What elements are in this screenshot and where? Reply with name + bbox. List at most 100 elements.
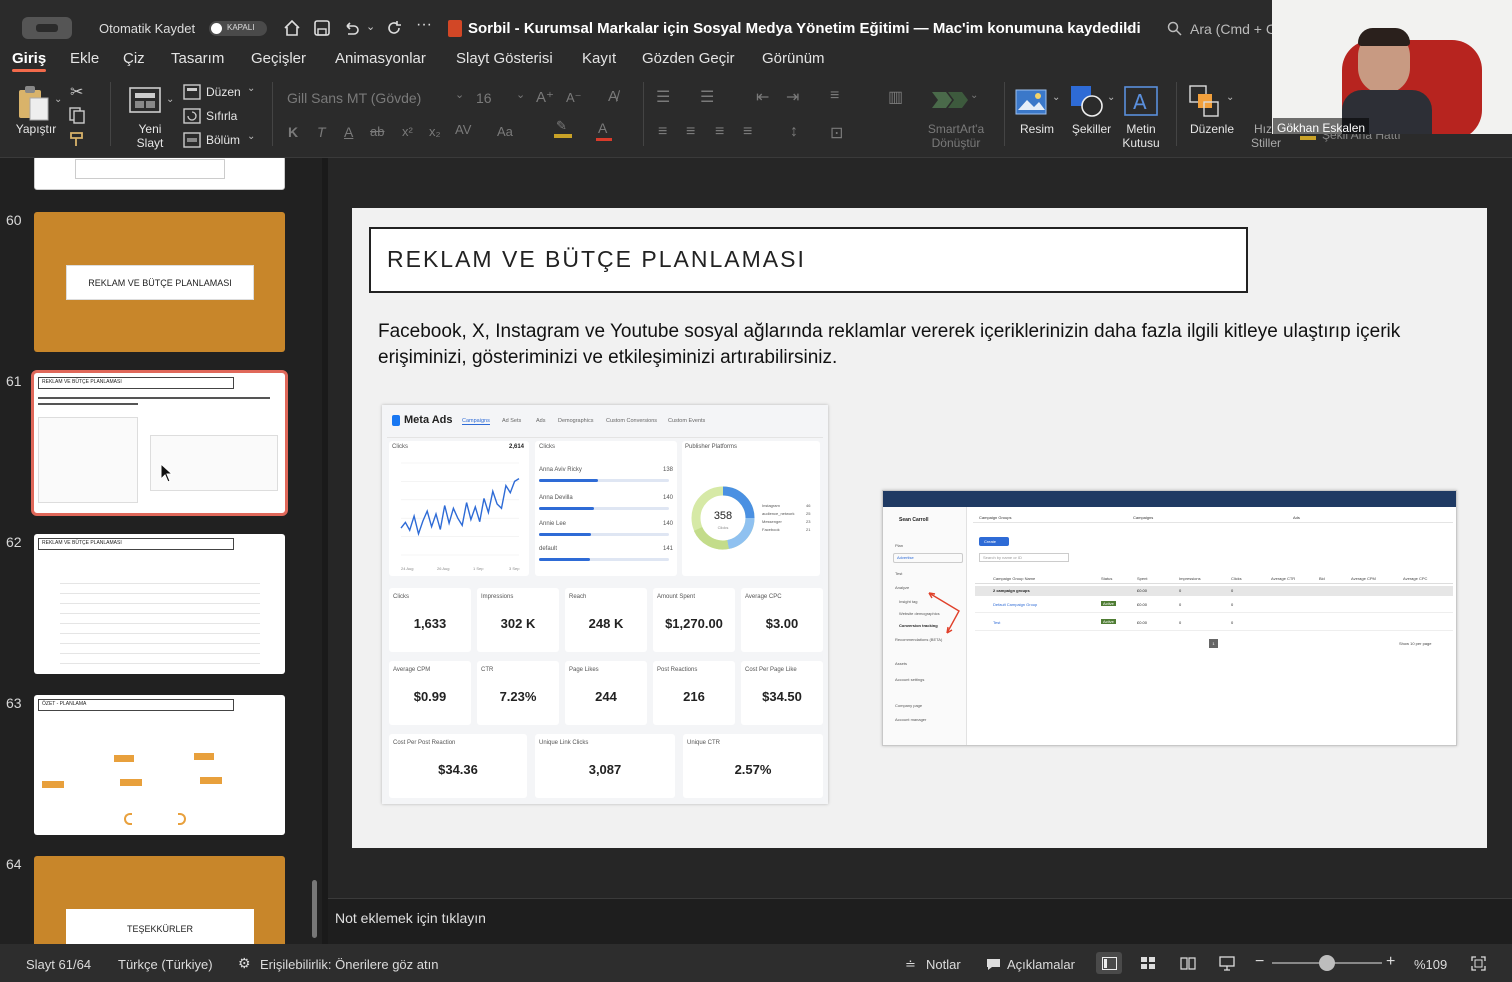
li-nav-account-manager[interactable]: Account manager <box>895 717 926 722</box>
li-nav-analyze[interactable]: Analyze <box>895 585 909 590</box>
align-center-icon[interactable]: ≡ <box>686 123 695 141</box>
bullets-icon[interactable]: ☰ <box>656 87 670 107</box>
clipboard-icon[interactable] <box>16 84 52 122</box>
indent-icon[interactable]: ⇥ <box>786 87 799 107</box>
cut-icon[interactable]: ✂ <box>70 82 83 102</box>
li-crumb-ads[interactable]: Ads <box>1293 515 1300 520</box>
copy-icon[interactable] <box>68 106 86 124</box>
clear-format-icon[interactable]: A̸ <box>608 88 618 105</box>
li-crumb-campaigns[interactable]: Campaigns <box>1133 515 1153 520</box>
section-dropdown-icon[interactable]: ⌄ <box>247 131 255 142</box>
tab-tasarim[interactable]: Tasarım <box>171 50 224 67</box>
text-box-label-1[interactable]: Metin <box>1116 122 1166 136</box>
li-search-input[interactable]: Search by name or ID <box>979 553 1069 562</box>
notes-button[interactable]: Notlar <box>926 957 961 972</box>
redo-icon[interactable] <box>385 19 403 37</box>
comments-button[interactable]: Açıklamalar <box>1007 957 1075 972</box>
li-nav-company-page[interactable]: Company page <box>895 703 922 708</box>
subscript-icon[interactable]: x₂ <box>429 124 441 139</box>
font-name-dropdown-icon[interactable]: ⌄ <box>455 88 464 101</box>
zoom-level[interactable]: %109 <box>1414 957 1447 972</box>
shapes-dropdown-icon[interactable]: ⌄ <box>1107 92 1115 103</box>
slide-body-text[interactable]: Facebook, X, Instagram ve Youtube sosyal… <box>378 319 1438 371</box>
bold-icon[interactable]: K <box>288 124 298 140</box>
li-nav-assets[interactable]: Assets <box>895 661 907 666</box>
li-nav-insight-tag[interactable]: Insight tag <box>899 599 917 604</box>
slide-title-box[interactable]: REKLAM VE BÜTÇE PLANLAMASI <box>369 227 1248 293</box>
thumbnail-slide-62[interactable]: REKLAM VE BÜTÇE PLANLAMASI <box>34 534 285 674</box>
font-color-swatch[interactable] <box>596 138 612 141</box>
fit-to-window-icon[interactable] <box>1471 956 1486 971</box>
li-crumb-campaign-groups[interactable]: Campaign Groups <box>979 515 1011 520</box>
smartart-icon[interactable] <box>930 86 968 114</box>
picture-icon[interactable] <box>1015 88 1049 116</box>
text-box-label-2[interactable]: Kutusu <box>1116 136 1166 150</box>
underline-icon[interactable]: A <box>344 124 353 140</box>
tab-gozden-gecir[interactable]: Gözden Geçir <box>642 50 735 67</box>
sidebar-toggle-button[interactable] <box>22 17 72 39</box>
new-slide-dropdown-icon[interactable]: ⌄ <box>166 94 174 105</box>
smartart-label-1[interactable]: SmartArt'a <box>916 122 996 136</box>
shrink-font-icon[interactable]: A⁻ <box>566 90 582 106</box>
new-slide-label-2[interactable]: Slayt <box>125 136 175 150</box>
highlight-pen-icon[interactable]: ✎ <box>556 118 567 134</box>
li-table-row-test[interactable]: Test Active £0.00 0 0 <box>975 617 1453 631</box>
reset-icon[interactable] <box>183 108 201 124</box>
thumbnail-slide-59[interactable] <box>34 158 285 190</box>
highlight-icon[interactable] <box>554 134 572 138</box>
text-direction-icon[interactable]: ↕ <box>790 123 798 141</box>
slideshow-icon[interactable] <box>1219 956 1235 971</box>
accessibility-icon[interactable]: ⚙ <box>238 955 251 972</box>
autosave-toggle[interactable]: KAPALI <box>209 21 267 36</box>
font-name-select[interactable]: Gill Sans MT (Gövde) <box>287 90 421 106</box>
accessibility-status[interactable]: Erişilebilirlik: Önerilere göz atın <box>260 957 438 972</box>
reading-view-icon[interactable] <box>1180 957 1196 970</box>
comments-icon[interactable] <box>986 958 1001 971</box>
tab-gorunum[interactable]: Görünüm <box>762 50 825 67</box>
zoom-slider-thumb[interactable] <box>1319 955 1335 971</box>
picture-label[interactable]: Resim <box>1012 122 1062 136</box>
slide-sorter-icon[interactable] <box>1141 957 1156 970</box>
grow-font-icon[interactable]: A⁺ <box>536 88 554 106</box>
document-title[interactable]: Sorbil - Kurumsal Markalar için Sosyal M… <box>468 20 1141 37</box>
current-slide[interactable]: REKLAM VE BÜTÇE PLANLAMASI Facebook, X, … <box>352 208 1487 848</box>
save-icon[interactable] <box>313 19 331 37</box>
section-icon[interactable] <box>183 132 201 148</box>
align-text-icon[interactable]: ⊡ <box>830 123 843 143</box>
picture-dropdown-icon[interactable]: ⌄ <box>1052 92 1060 103</box>
font-size-select[interactable]: 16 <box>476 90 492 106</box>
search-input[interactable]: Ara (Cmd + C <box>1190 21 1276 37</box>
layout-dropdown-icon[interactable]: ⌄ <box>247 83 255 94</box>
shapes-icon[interactable] <box>1069 84 1105 118</box>
format-painter-icon[interactable] <box>68 130 86 148</box>
li-nav-account-settings[interactable]: Account settings <box>895 677 924 682</box>
campaign-manager-screenshot-image[interactable]: Sean Carroll Plan Advertise Test Analyze… <box>882 490 1457 746</box>
char-spacing-icon[interactable]: AV <box>455 122 471 137</box>
li-pagination[interactable]: 1 <box>1209 639 1218 648</box>
numbering-icon[interactable]: ☰ <box>700 87 714 107</box>
layout-icon[interactable] <box>183 84 201 100</box>
li-nav-test[interactable]: Test <box>895 571 902 576</box>
language-indicator[interactable]: Türkçe (Türkiye) <box>118 957 213 972</box>
smartart-label-2[interactable]: Dönüştür <box>916 136 996 150</box>
arrange-icon[interactable] <box>1188 84 1222 118</box>
section-button[interactable]: Bölüm <box>206 133 240 147</box>
line-spacing-icon[interactable]: ≡ <box>830 87 839 105</box>
more-icon[interactable]: ··· <box>416 16 432 34</box>
smartart-dropdown-icon[interactable]: ⌄ <box>970 90 978 101</box>
thumbnail-slide-64[interactable]: TEŞEKKÜRLER <box>34 856 285 944</box>
change-case-icon[interactable]: Aa <box>497 124 513 139</box>
reset-button[interactable]: Sıfırla <box>206 109 237 123</box>
quick-styles-label-2[interactable]: Stiller <box>1244 136 1288 150</box>
meta-ads-dashboard-image[interactable]: Meta Ads Campaigns Ad Sets Ads Demograph… <box>382 405 828 804</box>
arrange-label[interactable]: Düzenle <box>1184 122 1240 136</box>
undo-dropdown-icon[interactable]: ⌄ <box>366 20 375 33</box>
paste-label[interactable]: Yapıştır <box>10 122 62 136</box>
tab-animasyonlar[interactable]: Animasyonlar <box>335 50 426 67</box>
li-table-row-summary[interactable]: 2 campaign groups £0.00 0 0 <box>975 586 1453 596</box>
notes-pane[interactable]: Not eklemek için tıklayın <box>328 898 1512 944</box>
tab-gecisler[interactable]: Geçişler <box>251 50 306 67</box>
shape-outline-icon[interactable] <box>1300 136 1316 140</box>
normal-view-button[interactable] <box>1096 952 1122 974</box>
notes-icon[interactable]: ≐ <box>905 957 916 973</box>
